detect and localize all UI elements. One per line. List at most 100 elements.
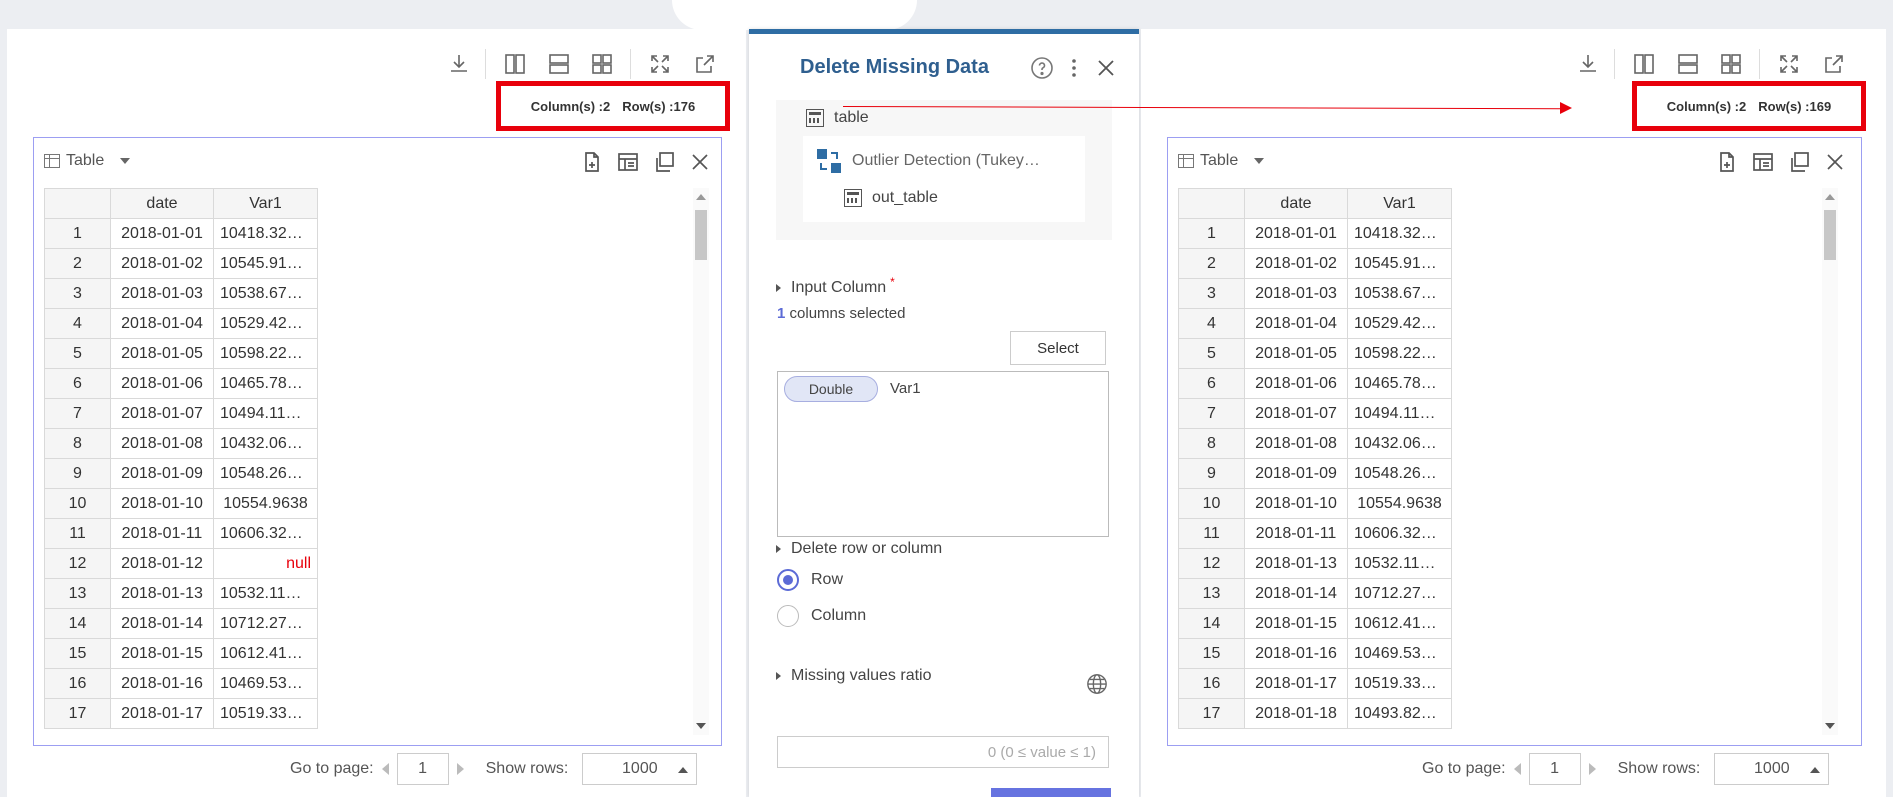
table-row[interactable]: 14 2018-01-14 10712.27… [44, 608, 318, 639]
table-row[interactable]: 15 2018-01-16 10469.53… [1178, 638, 1452, 669]
select-columns-button[interactable]: Select [1010, 331, 1106, 365]
split-vertical-icon[interactable] [500, 49, 530, 79]
missing-ratio-input[interactable]: 0 (0 ≤ value ≤ 1) [777, 736, 1109, 768]
input-column-section[interactable]: Input Column * [776, 275, 901, 297]
table-row[interactable]: 2 2018-01-02 10545.91… [44, 248, 318, 279]
scroll-up-icon[interactable] [1825, 194, 1835, 200]
table-row[interactable]: 8 2018-01-08 10432.06… [44, 428, 318, 459]
expand-icon[interactable] [1774, 49, 1804, 79]
missing-ratio-section[interactable]: Missing values ratio [776, 667, 932, 685]
tree-item-outlier-detection[interactable]: Outlier Detection (Tukey… [816, 148, 1040, 174]
show-rows-select[interactable]: 1000 [1714, 753, 1830, 785]
radio-row[interactable]: Row [777, 569, 843, 591]
table-row[interactable]: 6 2018-01-06 10465.78… [1178, 368, 1452, 399]
scroll-down-icon[interactable] [1825, 723, 1835, 729]
table-row[interactable]: 7 2018-01-07 10494.11… [44, 398, 318, 429]
table-row[interactable]: 12 2018-01-13 10532.11… [1178, 548, 1452, 579]
scroll-down-icon[interactable] [696, 723, 706, 729]
table-row[interactable]: 15 2018-01-15 10612.41… [44, 638, 318, 669]
table-row[interactable]: 16 2018-01-16 10469.53… [44, 668, 318, 699]
download-icon[interactable] [444, 49, 474, 79]
table-row[interactable]: 5 2018-01-05 10598.22… [1178, 338, 1452, 369]
popout-icon[interactable] [690, 49, 720, 79]
grid-layout-icon[interactable] [587, 49, 617, 79]
table-row[interactable]: 17 2018-01-18 10493.82… [1178, 698, 1452, 729]
date-cell: 2018-01-03 [1244, 278, 1348, 309]
column-header-date[interactable]: date [1244, 188, 1348, 219]
column-header-date[interactable]: date [110, 188, 214, 219]
next-page-icon[interactable] [456, 763, 464, 775]
prev-page-icon[interactable] [1513, 763, 1521, 775]
scroll-thumb[interactable] [1824, 210, 1836, 260]
date-cell: 2018-01-10 [1244, 488, 1348, 519]
next-page-icon[interactable] [1588, 763, 1596, 775]
new-file-icon[interactable] [1713, 148, 1741, 176]
grid-layout-icon[interactable] [1716, 49, 1746, 79]
column-header-var1[interactable]: Var1 [213, 188, 318, 219]
table-row[interactable]: 7 2018-01-07 10494.11… [1178, 398, 1452, 429]
vertical-scrollbar[interactable] [1822, 188, 1838, 735]
var1-cell: 10469.53… [1347, 638, 1452, 669]
date-cell: 2018-01-15 [110, 638, 214, 669]
download-icon[interactable] [1573, 49, 1603, 79]
table-row[interactable]: 9 2018-01-09 10548.26… [44, 458, 318, 489]
prev-page-icon[interactable] [381, 763, 389, 775]
globe-icon[interactable] [1083, 670, 1111, 698]
table-view-selector[interactable]: Table [1178, 152, 1265, 170]
table-row[interactable]: 9 2018-01-09 10548.26… [1178, 458, 1452, 489]
row-index: 10 [44, 488, 111, 519]
more-options-icon[interactable] [1060, 54, 1088, 82]
table-row[interactable]: 12 2018-01-12 null [44, 548, 318, 579]
copy-icon[interactable] [1785, 148, 1813, 176]
table-row[interactable]: 8 2018-01-08 10432.06… [1178, 428, 1452, 459]
table-row[interactable]: 1 2018-01-01 10418.32… [1178, 218, 1452, 249]
split-horizontal-icon[interactable] [544, 49, 574, 79]
table-row[interactable]: 11 2018-01-11 10606.32… [1178, 518, 1452, 549]
expand-icon[interactable] [645, 49, 675, 79]
popout-icon[interactable] [1819, 49, 1849, 79]
new-file-icon[interactable] [578, 148, 606, 176]
table-row[interactable]: 11 2018-01-11 10606.32… [44, 518, 318, 549]
table-row[interactable]: 10 2018-01-10 10554.9638 [1178, 488, 1452, 519]
table-row[interactable]: 10 2018-01-10 10554.9638 [44, 488, 318, 519]
table-row[interactable]: 1 2018-01-01 10418.32… [44, 218, 318, 249]
help-icon[interactable] [1028, 54, 1056, 82]
table-row[interactable]: 14 2018-01-15 10612.41… [1178, 608, 1452, 639]
vertical-scrollbar[interactable] [693, 188, 709, 735]
column-settings-icon[interactable] [614, 148, 642, 176]
table-row[interactable]: 4 2018-01-04 10529.42… [1178, 308, 1452, 339]
table-row[interactable]: 2 2018-01-02 10545.91… [1178, 248, 1452, 279]
column-header-var1[interactable]: Var1 [1347, 188, 1452, 219]
table-row[interactable]: 6 2018-01-06 10465.78… [44, 368, 318, 399]
column-settings-icon[interactable] [1749, 148, 1777, 176]
table-row[interactable]: 13 2018-01-14 10712.27… [1178, 578, 1452, 609]
close-icon[interactable] [1092, 54, 1120, 82]
date-cell: 2018-01-18 [1244, 698, 1348, 729]
page-input[interactable]: 1 [1528, 753, 1581, 785]
date-cell: 2018-01-01 [1244, 218, 1348, 249]
table-view-selector[interactable]: Table [44, 152, 131, 170]
column-name[interactable]: Var1 [890, 380, 921, 397]
table-row[interactable]: 3 2018-01-03 10538.67… [44, 278, 318, 309]
table-row[interactable]: 16 2018-01-17 10519.33… [1178, 668, 1452, 699]
scroll-thumb[interactable] [695, 210, 707, 260]
close-icon[interactable] [1821, 148, 1849, 176]
scroll-up-icon[interactable] [696, 194, 706, 200]
table-row[interactable]: 3 2018-01-03 10538.67… [1178, 278, 1452, 309]
run-button[interactable] [991, 788, 1111, 797]
table-row[interactable]: 4 2018-01-04 10529.42… [44, 308, 318, 339]
copy-icon[interactable] [650, 148, 678, 176]
close-icon[interactable] [686, 148, 714, 176]
delete-row-or-column-section[interactable]: Delete row or column [776, 540, 942, 558]
split-vertical-icon[interactable] [1629, 49, 1659, 79]
tree-item-table[interactable]: table [806, 109, 869, 127]
show-rows-select[interactable]: 1000 [582, 753, 698, 785]
split-horizontal-icon[interactable] [1673, 49, 1703, 79]
table-row[interactable]: 13 2018-01-13 10532.11… [44, 578, 318, 609]
table-row[interactable]: 17 2018-01-17 10519.33… [44, 698, 318, 729]
tree-item-out-table[interactable]: out_table [844, 189, 938, 207]
table-row[interactable]: 5 2018-01-05 10598.22… [44, 338, 318, 369]
radio-label: Row [811, 571, 844, 588]
radio-column[interactable]: Column [777, 605, 866, 627]
page-input[interactable]: 1 [396, 753, 449, 785]
